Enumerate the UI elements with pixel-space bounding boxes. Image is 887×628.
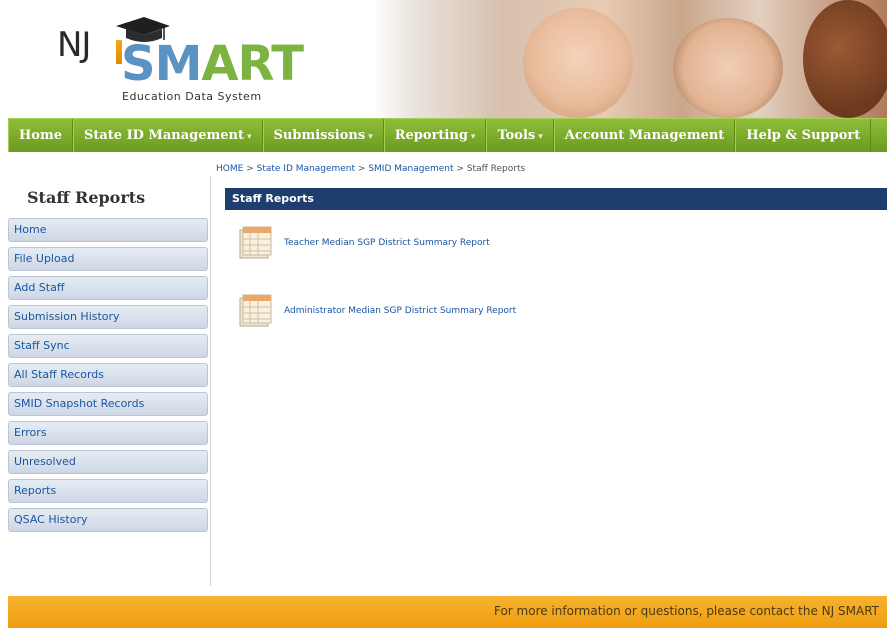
chevron-down-icon: ▾ [470,132,476,142]
nav-help-support-label: Help & Support [746,128,861,143]
sidebar-item-all-staff-records[interactable]: All Staff Records [8,363,208,387]
logo-nj-text: NJ [57,25,91,65]
logo-subtitle: Education Data System [122,90,262,103]
sidebar-title: Staff Reports [27,188,146,207]
nav-tools-label: Tools [497,128,536,143]
sidebar-item-staff-sync[interactable]: Staff Sync [8,334,208,358]
breadcrumb-separator: > [246,164,254,174]
sidebar-item-reports[interactable]: Reports [8,479,208,503]
nav-submissions-label: Submissions [273,128,366,143]
nav-home[interactable]: Home [8,119,73,152]
panel-title: Staff Reports [225,188,887,210]
nav-home-label: Home [19,128,62,143]
nj-smart-logo[interactable]: NJ SMART Education Data System [8,0,338,118]
footer-contact-text: For more information or questions, pleas… [493,604,879,618]
breadcrumb-separator: > [357,164,366,174]
breadcrumb-state-id-management[interactable]: State ID Management [257,164,355,174]
breadcrumb-smid-management[interactable]: SMID Management [368,164,453,174]
nav-account-management-label: Account Management [564,128,725,143]
sidebar-item-errors[interactable]: Errors [8,421,208,445]
chevron-down-icon: ▾ [538,132,543,142]
spreadsheet-report-icon [239,226,272,259]
main-navigation: Home State ID Management ▾ Submissions ▾ R… [8,118,887,152]
header-photo-banner [373,0,887,118]
breadcrumb-home[interactable]: HOME [216,164,243,174]
nav-tools[interactable]: Tools ▾ [486,119,554,152]
nav-help-support[interactable]: Help & Support [735,119,872,152]
nav-reporting-label: Reporting [394,128,468,143]
chevron-down-icon: ▾ [368,132,373,142]
nav-reporting[interactable]: Reporting ▾ [383,119,487,152]
sidebar-item-unresolved[interactable]: Unresolved [8,450,208,474]
report-link-label[interactable]: Teacher Median SGP District Summary Repo… [284,238,490,248]
sidebar-item-smid-snapshot-records[interactable]: SMID Snapshot Records [8,392,208,416]
report-link-administrator-median-sgp[interactable]: Administrator Median SGP District Summar… [237,293,516,329]
chevron-down-icon: ▾ [247,132,252,142]
nav-account-management[interactable]: Account Management [553,119,736,152]
breadcrumb-separator: > [456,164,464,174]
sidebar: Staff Reports Home File Upload Add Staff… [8,176,211,586]
sidebar-item-submission-history[interactable]: Submission History [8,305,208,329]
sidebar-item-home[interactable]: Home [8,218,208,242]
header: NJ SMART Education Data System [8,0,887,118]
sidebar-item-qsac-history[interactable]: QSAC History [8,508,208,532]
spreadsheet-report-icon [239,294,272,327]
report-link-teacher-median-sgp[interactable]: Teacher Median SGP District Summary Repo… [237,225,490,261]
nav-state-id-management-label: State ID Management [83,128,245,143]
nav-submissions[interactable]: Submissions ▾ [262,119,384,152]
logo-smart-text: SMART [121,36,304,92]
footer: For more information or questions, pleas… [8,596,887,628]
sidebar-item-add-staff[interactable]: Add Staff [8,276,208,300]
breadcrumb-current: Staff Reports [466,164,526,174]
nav-state-id-management[interactable]: State ID Management ▾ [72,119,263,152]
report-link-label[interactable]: Administrator Median SGP District Summar… [284,306,516,316]
sidebar-item-file-upload[interactable]: File Upload [8,247,208,271]
breadcrumb: HOME > State ID Management > SMID Manage… [216,164,525,174]
